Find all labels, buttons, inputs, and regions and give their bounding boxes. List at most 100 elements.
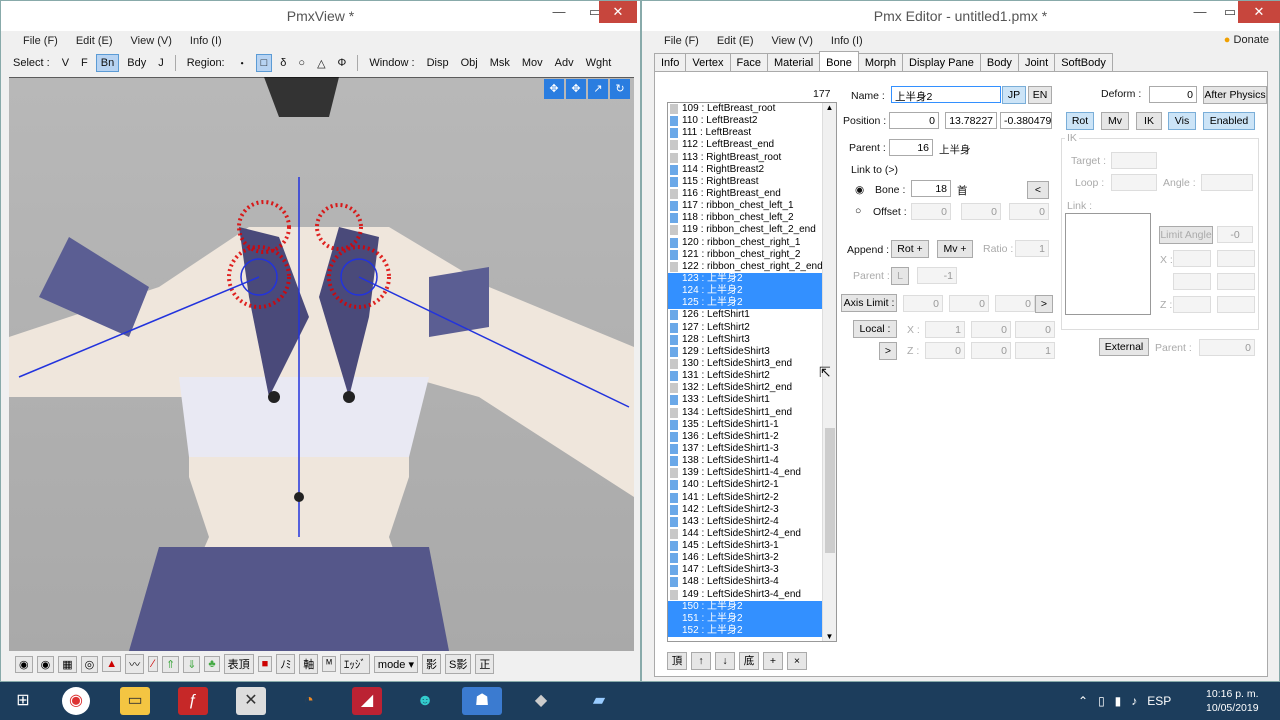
bone-list-item[interactable]: 120 : ribbon_chest_right_1: [668, 237, 836, 249]
name-field[interactable]: 上半身2: [891, 86, 1001, 103]
view-mode-icon[interactable]: 〰: [125, 654, 145, 674]
mode-dropdown[interactable]: mode ▾: [373, 655, 418, 673]
bone-list-item[interactable]: 121 : ribbon_chest_right_2: [668, 249, 836, 261]
axis-z-field[interactable]: 0: [995, 295, 1035, 312]
color-icon[interactable]: ■: [257, 656, 273, 672]
app-icon[interactable]: ◆: [526, 687, 556, 715]
tab-info[interactable]: Info: [654, 53, 687, 72]
nomi-button[interactable]: ﾉﾐ: [276, 654, 296, 674]
select-j-button[interactable]: J: [154, 55, 168, 71]
mmd-icon[interactable]: ᴹ: [322, 656, 336, 672]
select-f-button[interactable]: F: [77, 55, 92, 71]
limit-angle-button[interactable]: Limit Angle: [1159, 226, 1213, 244]
region-circle-button[interactable]: ○: [294, 55, 309, 71]
move-icon[interactable]: ✥: [544, 79, 564, 99]
ratio-field[interactable]: 1: [1015, 240, 1049, 257]
bone-link-field[interactable]: 18: [911, 180, 951, 197]
view-mode-icon[interactable]: ⇑: [161, 655, 180, 673]
edge-button[interactable]: ｴｯｼﾞ: [339, 654, 370, 674]
close-button[interactable]: ✕: [599, 1, 637, 23]
after-physics-button[interactable]: After Physics: [1203, 86, 1267, 104]
bone-list-item[interactable]: 144 : LeftSideShirt2-4_end: [668, 528, 836, 540]
chrome-icon[interactable]: ◉: [62, 687, 90, 715]
language-indicator[interactable]: ESP: [1147, 694, 1171, 708]
bone-list-item[interactable]: 145 : LeftSideShirt3-1: [668, 540, 836, 552]
deform-field[interactable]: 0: [1149, 86, 1197, 103]
rotate-icon[interactable]: ↻: [610, 79, 630, 99]
bone-list-item[interactable]: 133 : LeftSideShirt1: [668, 394, 836, 406]
move-top-button[interactable]: 頂: [667, 652, 687, 670]
external-parent-field[interactable]: 0: [1199, 339, 1255, 356]
bone-list-item[interactable]: 113 : RightBreast_root: [668, 152, 836, 164]
bone-list-item[interactable]: 141 : LeftSideShirt2-2: [668, 492, 836, 504]
bone-radio[interactable]: ◉: [855, 184, 864, 196]
bone-list-item[interactable]: 115 : RightBreast: [668, 176, 836, 188]
append-parent-field[interactable]: -1: [917, 267, 957, 284]
tab-face[interactable]: Face: [729, 53, 769, 72]
scroll-thumb[interactable]: [825, 428, 835, 553]
bone-list-item[interactable]: 151 : 上半身2: [668, 612, 836, 626]
external-button[interactable]: External: [1099, 338, 1149, 356]
minimize-button[interactable]: —: [541, 1, 577, 23]
select-v-button[interactable]: V: [58, 55, 73, 71]
axis-select-button[interactable]: >: [1035, 295, 1053, 313]
blender-icon[interactable]: ◔: [294, 687, 324, 715]
mv-flag-button[interactable]: Mv: [1101, 112, 1129, 130]
move-down-button[interactable]: ↓: [715, 652, 735, 670]
view-mode-icon[interactable]: ▦: [58, 655, 77, 673]
window-mov-button[interactable]: Mov: [518, 55, 547, 71]
bone-list-item[interactable]: 142 : LeftSideShirt2-3: [668, 504, 836, 516]
bone-list-item[interactable]: 152 : 上半身2: [668, 625, 836, 638]
view-mode-icon[interactable]: ◉: [15, 655, 33, 673]
bone-list-item[interactable]: 138 : LeftSideShirt1-4: [668, 455, 836, 467]
position-y-field[interactable]: 13.78227: [945, 112, 997, 129]
view-mode-icon[interactable]: ⇓: [183, 655, 201, 673]
bone-list-item[interactable]: 109 : LeftBreast_root: [668, 103, 836, 115]
chevron-up-icon[interactable]: ⌃: [1078, 694, 1088, 708]
axis-y-field[interactable]: 0: [949, 295, 989, 312]
close-button[interactable]: ✕: [1238, 1, 1280, 23]
bone-list-item[interactable]: 146 : LeftSideShirt3-2: [668, 552, 836, 564]
volume-icon[interactable]: ♪: [1131, 694, 1137, 708]
view-mode-icon[interactable]: ◎: [80, 655, 99, 673]
app-icon[interactable]: ▰: [584, 687, 614, 715]
local-z1-field[interactable]: 0: [925, 342, 965, 359]
view-mode-icon[interactable]: ◉: [36, 655, 55, 673]
bone-list-item[interactable]: 116 : RightBreast_end: [668, 188, 836, 200]
bone-list-item[interactable]: 148 : LeftSideShirt3-4: [668, 576, 836, 588]
bone-list-item[interactable]: 149 : LeftSideShirt3-4_end: [668, 589, 836, 601]
bone-list-item[interactable]: 117 : ribbon_chest_left_1: [668, 200, 836, 212]
bone-list-item[interactable]: 147 : LeftSideShirt3-3: [668, 564, 836, 576]
offset-z-field[interactable]: 0: [1009, 203, 1049, 220]
parent-field[interactable]: 16: [889, 139, 933, 156]
menu-view[interactable]: View (V): [131, 35, 172, 47]
tab-material[interactable]: Material: [767, 53, 821, 72]
bone-list-item[interactable]: 128 : LeftShirt3: [668, 334, 836, 346]
pan-icon[interactable]: ✥: [566, 79, 586, 99]
en-button[interactable]: EN: [1028, 86, 1052, 104]
bone-list-item[interactable]: 135 : LeftSideShirt1-1: [668, 419, 836, 431]
front-button[interactable]: 正: [475, 654, 495, 674]
region-triangle-button[interactable]: △: [313, 55, 329, 72]
position-z-field[interactable]: -0.380479: [1000, 112, 1052, 129]
bone-list-item[interactable]: 114 : RightBreast2: [668, 164, 836, 176]
window-adv-button[interactable]: Adv: [551, 55, 578, 71]
limit-y-min-field[interactable]: [1173, 273, 1211, 290]
bone-list-item[interactable]: 126 : LeftShirt1: [668, 309, 836, 321]
local-x1-field[interactable]: 1: [925, 321, 965, 338]
tab-bone[interactable]: Bone: [819, 51, 859, 72]
miku-icon[interactable]: ☻: [410, 687, 440, 715]
local-select-button[interactable]: >: [879, 342, 897, 360]
region-point-button[interactable]: ・: [233, 53, 252, 73]
offset-x-field[interactable]: 0: [911, 203, 951, 220]
move-bottom-button[interactable]: 底: [739, 652, 759, 670]
device-icon[interactable]: ▯: [1098, 694, 1105, 708]
ik-link-list[interactable]: [1065, 213, 1151, 315]
bone-list-item[interactable]: 122 : ribbon_chest_right_2_end: [668, 261, 836, 273]
offset-radio[interactable]: ○: [855, 205, 861, 217]
limit-angle-field[interactable]: -0: [1217, 226, 1253, 243]
delete-button[interactable]: ×: [787, 652, 807, 670]
bone-list-item[interactable]: 124 : 上半身2: [668, 285, 836, 298]
local-button[interactable]: Local :: [853, 320, 897, 338]
self-shadow-button[interactable]: S影: [445, 654, 472, 674]
